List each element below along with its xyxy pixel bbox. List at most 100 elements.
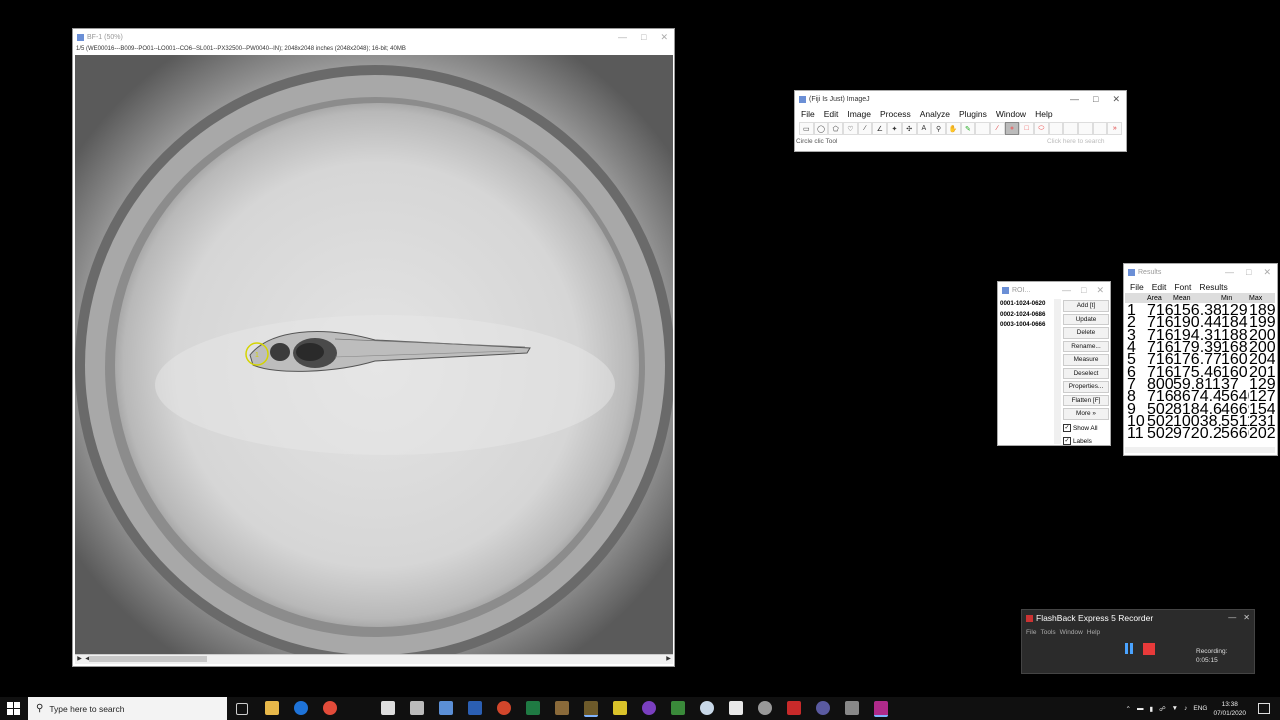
circle-clic-tool-icon[interactable]: ●: [1004, 122, 1020, 135]
clock[interactable]: 13:38 07/01/2020: [1213, 700, 1246, 718]
menu-analyze[interactable]: Analyze: [920, 109, 950, 119]
menu-font[interactable]: Font: [1174, 282, 1191, 292]
ellipse-tool-icon[interactable]: ⬭: [1034, 122, 1049, 135]
results-titlebar[interactable]: Results — □ ✕: [1124, 264, 1277, 280]
language-indicator[interactable]: ENG: [1193, 705, 1207, 712]
freehand-tool-icon[interactable]: ♡: [843, 122, 858, 135]
maximize-button[interactable]: □: [641, 32, 646, 42]
update-button[interactable]: Update: [1063, 313, 1109, 325]
app-icon[interactable]: [555, 701, 569, 715]
image-window[interactable]: BF-1 (50%) — □ ✕ 1/5 (WE00016---B009--PO…: [72, 28, 675, 667]
calculator-icon[interactable]: [410, 701, 424, 715]
maximize-button[interactable]: □: [1093, 94, 1098, 104]
close-button[interactable]: ✕: [1243, 613, 1250, 622]
close-button[interactable]: ✕: [1112, 94, 1120, 105]
pdf-app-icon[interactable]: [787, 701, 801, 715]
imagej-titlebar[interactable]: (Fiji Is Just) ImageJ — □ ✕: [795, 91, 1126, 107]
flashback-recorder-window[interactable]: FlashBack Express 5 Recorder — ✕ File To…: [1021, 609, 1255, 674]
deselect-button[interactable]: Deselect: [1063, 367, 1109, 379]
battery-icon[interactable]: ▮: [1150, 705, 1154, 713]
oval-tool-icon[interactable]: ◯: [813, 122, 829, 135]
menu-file[interactable]: File: [801, 109, 815, 119]
square-tool-icon[interactable]: □: [1019, 122, 1034, 135]
close-button[interactable]: ✕: [660, 32, 668, 43]
wifi-icon[interactable]: ▼: [1172, 705, 1178, 712]
flashback-titlebar[interactable]: FlashBack Express 5 Recorder: [1022, 610, 1254, 626]
empty-tool-slot-4[interactable]: [1092, 122, 1108, 135]
green-app-icon[interactable]: [671, 701, 685, 715]
red-line-tool-icon[interactable]: ∕: [989, 122, 1005, 135]
calendar-icon[interactable]: [381, 701, 395, 715]
imagej-main-window[interactable]: (Fiji Is Just) ImageJ — □ ✕ File Edit Im…: [794, 90, 1127, 152]
windows-start-icon[interactable]: [7, 702, 20, 715]
add-button[interactable]: Add [t]: [1063, 300, 1109, 312]
image-canvas[interactable]: 1: [75, 55, 673, 654]
stop-button[interactable]: [1143, 643, 1155, 655]
roi-item[interactable]: 0003-1004-0666: [1000, 320, 1054, 331]
tool-app-icon[interactable]: [845, 701, 859, 715]
rename-button[interactable]: Rename...: [1063, 340, 1109, 352]
column-header[interactable]: Max: [1249, 295, 1275, 302]
powerpoint-icon[interactable]: [497, 701, 511, 715]
document-app-icon[interactable]: [729, 701, 743, 715]
menu-window[interactable]: Window: [1060, 629, 1083, 636]
more-tools-icon[interactable]: »: [1107, 122, 1123, 135]
minimize-button[interactable]: —: [1062, 285, 1071, 295]
line-tool-icon[interactable]: ∕: [857, 122, 873, 135]
menu-file[interactable]: File: [1130, 282, 1144, 292]
minimize-button[interactable]: —: [1228, 613, 1236, 622]
minimize-button[interactable]: —: [1225, 267, 1234, 277]
close-button[interactable]: ✕: [1263, 267, 1271, 278]
results-window[interactable]: Results — □ ✕ File Edit Font Results Are…: [1123, 263, 1278, 456]
results-horizontal-scrollbar[interactable]: [1125, 447, 1275, 453]
empty-tool-slot-1[interactable]: [1048, 122, 1064, 135]
flashback-taskbar-icon[interactable]: [874, 701, 888, 717]
warning-app-icon[interactable]: [613, 701, 627, 715]
blank-tool-slot[interactable]: [975, 122, 990, 135]
rectangle-tool-icon[interactable]: ▭: [799, 122, 814, 135]
angle-tool-icon[interactable]: ∠: [872, 122, 888, 135]
empty-tool-slot-2[interactable]: [1063, 122, 1079, 135]
taskbar-search[interactable]: ⚲ Type here to search: [28, 697, 227, 720]
maximize-button[interactable]: □: [1246, 267, 1251, 277]
properties-button[interactable]: Properties...: [1063, 381, 1109, 393]
column-header[interactable]: Mean: [1173, 295, 1221, 302]
column-header[interactable]: Min: [1221, 295, 1249, 302]
word-icon[interactable]: [468, 701, 482, 715]
image-window-titlebar[interactable]: BF-1 (50%) — □ ✕: [73, 29, 674, 45]
volume-icon[interactable]: ♪: [1184, 705, 1187, 712]
color-picker-tool-icon[interactable]: ✎: [960, 122, 976, 135]
roi-list[interactable]: 0001-1024-0620 0002-1024-0686 0003-1004-…: [999, 299, 1054, 444]
wand-tool-icon[interactable]: ✣: [901, 122, 917, 135]
tray-chevron-icon[interactable]: ⌃: [1126, 705, 1131, 713]
chrome-icon[interactable]: [323, 701, 337, 715]
minimize-button[interactable]: —: [1070, 94, 1079, 104]
microscope-app-icon[interactable]: [584, 701, 598, 717]
minimize-button[interactable]: —: [618, 32, 627, 42]
empty-tool-slot-3[interactable]: [1078, 122, 1093, 135]
polygon-tool-icon[interactable]: ⬠: [828, 122, 844, 135]
paint-icon[interactable]: [439, 701, 453, 715]
magnifier-tool-icon[interactable]: ⚲: [931, 122, 946, 135]
edge-icon[interactable]: [294, 701, 308, 715]
measure-button[interactable]: Measure: [1063, 354, 1109, 366]
excel-icon[interactable]: [526, 701, 540, 715]
menu-edit[interactable]: Edit: [824, 109, 839, 119]
task-view-icon[interactable]: [236, 703, 248, 715]
image-horizontal-scrollbar[interactable]: ▶ ◀ ▶: [75, 654, 673, 664]
menu-help[interactable]: Help: [1035, 109, 1052, 119]
menu-image[interactable]: Image: [847, 109, 871, 119]
settings-app-icon[interactable]: [758, 701, 772, 715]
search-box[interactable]: Click here to search: [1047, 138, 1125, 145]
pause-button[interactable]: [1123, 643, 1135, 655]
purple-app-icon[interactable]: [642, 701, 656, 715]
scroll-right-icon[interactable]: ▶: [664, 655, 673, 664]
menu-results[interactable]: Results: [1199, 282, 1227, 292]
roi-manager-titlebar[interactable]: ROI... — □ ✕: [998, 282, 1110, 298]
roi-list-scrollbar[interactable]: [1054, 299, 1061, 444]
notification-icon[interactable]: [1258, 703, 1270, 714]
hand-tool-icon[interactable]: ✋: [945, 122, 961, 135]
close-button[interactable]: ✕: [1096, 285, 1104, 296]
menu-edit[interactable]: Edit: [1152, 282, 1167, 292]
menu-tools[interactable]: Tools: [1040, 629, 1055, 636]
